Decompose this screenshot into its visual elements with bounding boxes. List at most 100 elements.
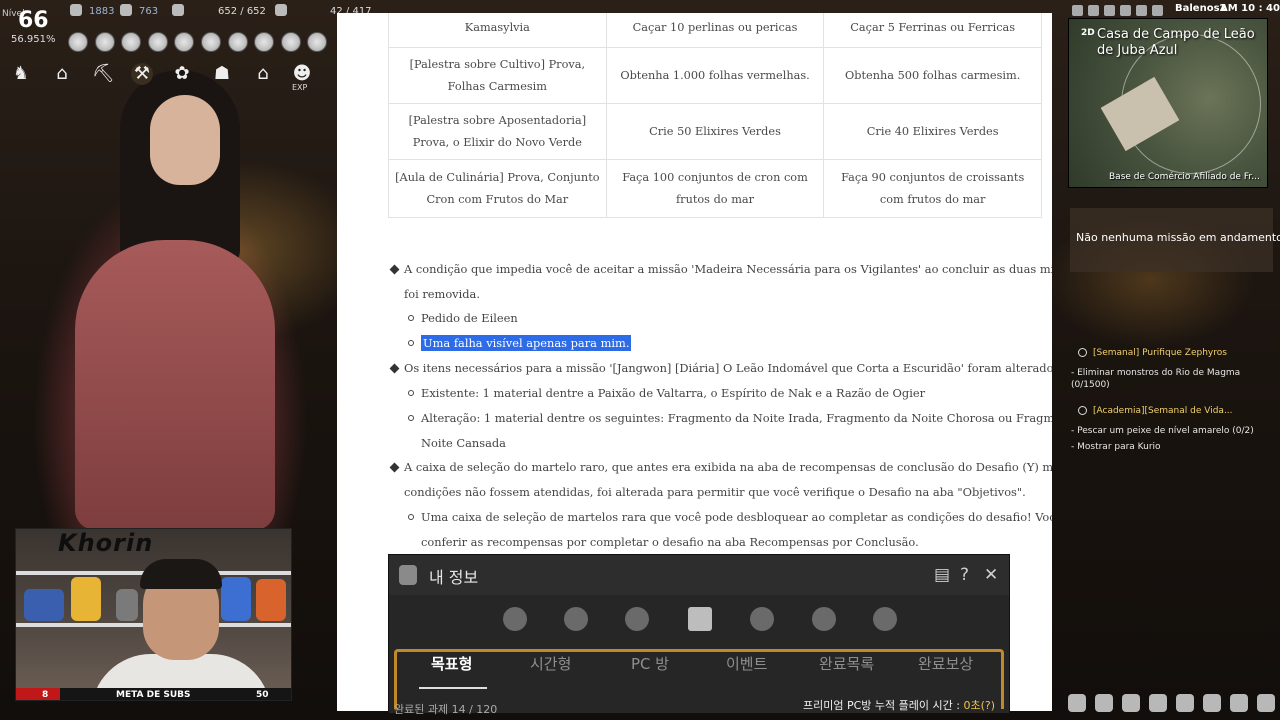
quest-circle-icon: [1078, 348, 1087, 357]
bullet-circle: [408, 415, 414, 421]
mail-icon[interactable]: [1104, 5, 1115, 16]
close-icon[interactable]: ✕: [984, 565, 998, 585]
table-cell: Caçar 10 perlinas ou pericas: [605, 13, 825, 48]
bullet-circle: [408, 514, 414, 520]
table-cell: Faça 100 conjuntos de cron com frutos do…: [605, 159, 825, 218]
mail-box-icon[interactable]: [1095, 694, 1113, 712]
buff-icon-7[interactable]: [228, 32, 248, 52]
bullet-diamond: [389, 462, 400, 473]
medal-icon[interactable]: [564, 607, 588, 631]
bullet-circle: [408, 315, 414, 321]
game-clock: AM 10 : 40: [1220, 3, 1280, 14]
bullet-3: A caixa de seleção do martelo raro, que …: [404, 460, 1052, 474]
chart-icon[interactable]: [750, 607, 774, 631]
subs-goal-label: META DE SUBS: [116, 690, 191, 700]
character-dress: [75, 240, 275, 530]
selected-text[interactable]: Uma falha visível apenas para mim.: [421, 335, 632, 351]
camera-icon[interactable]: [1072, 5, 1083, 16]
quest-1-title[interactable]: [Semanal] Purifique Zephyros: [1093, 348, 1227, 358]
table-cell: Crie 40 Elixires Verdes: [823, 103, 1042, 160]
buff-icon-5[interactable]: [174, 32, 194, 52]
minimap-caption: Base de Comércio Afiliado de Fr...: [1109, 172, 1260, 182]
house-icon[interactable]: ⌂: [51, 63, 73, 85]
settings-icon[interactable]: [1136, 5, 1147, 16]
bullet-diamond: [389, 264, 400, 275]
tab-time[interactable]: 시간형: [530, 653, 571, 674]
document-icon[interactable]: ▤: [934, 565, 950, 585]
subs-goal-bar: 8 META DE SUBS 50: [16, 688, 291, 700]
tab-event[interactable]: 이벤트: [726, 653, 767, 674]
buff-icon-9[interactable]: [281, 32, 301, 52]
no-quest-text: Não nenhuma missão em andamento.: [1076, 231, 1280, 244]
quest-circle-icon: [1078, 406, 1087, 415]
buff-icon-4[interactable]: [148, 32, 168, 52]
contribution-icon: [275, 4, 287, 16]
node-icon[interactable]: ⌂: [252, 63, 274, 85]
document-bottom-icon[interactable]: [1149, 694, 1167, 712]
active-tab-underline: [419, 687, 487, 689]
toy-figure: [116, 589, 138, 621]
shield-icon: [120, 4, 132, 16]
craft-icon[interactable]: ☗: [211, 63, 233, 85]
buff-icon-8[interactable]: [254, 32, 274, 52]
gift-box-icon[interactable]: [1068, 694, 1086, 712]
minimap[interactable]: 2D Casa de Campo de Leão de Juba Azul Ba…: [1068, 18, 1268, 188]
sub-item-3-1: Uma caixa de seleção de martelos rara qu…: [421, 510, 1052, 524]
toy-figure: [71, 577, 101, 621]
telescope-icon[interactable]: [625, 607, 649, 631]
sub-item-2-1: Existente: 1 material dentre a Paixão de…: [421, 386, 926, 400]
gear-icon[interactable]: [1257, 694, 1275, 712]
table-cell: Obtenha 500 folhas carmesim.: [823, 47, 1042, 104]
menu-icon[interactable]: [1152, 5, 1163, 16]
level-exp: 56.951%: [11, 34, 56, 45]
tools-icon[interactable]: [1176, 694, 1194, 712]
tab-goal[interactable]: 목표형: [431, 653, 472, 674]
horse-icon[interactable]: ♞: [10, 63, 32, 85]
quest-2-title[interactable]: [Academia][Semanal de Vida...: [1093, 406, 1233, 416]
horse-menu-icon[interactable]: [812, 607, 836, 631]
sub-item-3-1-cont: conferir as recompensas por completar o …: [421, 535, 919, 549]
minimap-location: Casa de Campo de Leão de Juba Azul: [1097, 27, 1255, 58]
tab-completion-reward[interactable]: 완료보상: [918, 653, 973, 674]
exp-tag: EXP: [292, 83, 308, 92]
time-icon[interactable]: [1088, 5, 1099, 16]
gift-icon[interactable]: [688, 607, 712, 631]
table-cell: Crie 50 Elixires Verdes: [605, 103, 825, 160]
buff-icon-3[interactable]: [121, 32, 141, 52]
bullet-diamond: [389, 363, 400, 374]
stat-1: 1883: [89, 6, 115, 17]
sub-item-1-1: Pedido de Eileen: [421, 311, 518, 325]
help-icon[interactable]: ?: [960, 565, 969, 585]
buff-icon-10[interactable]: [307, 32, 327, 52]
my-info-panel: 내 정보 ▤ ? ✕ 목표형 시간형 PC 방 이벤트 완료목록 완료보상 완료…: [388, 554, 1010, 716]
energy-icon: [172, 4, 184, 16]
tab-pc-room[interactable]: PC 방: [631, 653, 669, 674]
table-row: [Palestra sobre Aposentadoria] Prova, o …: [388, 103, 1042, 160]
table-cell: [Aula de Culinária] Prova, Conjunto Cron…: [388, 159, 607, 218]
tab-completed-list[interactable]: 완료목록: [819, 653, 874, 674]
crossed-swords-bottom-icon[interactable]: [1122, 694, 1140, 712]
pet-icon[interactable]: ✿: [171, 63, 193, 85]
webcam-overlay: Khorin 8 META DE SUBS 50: [15, 528, 292, 701]
pickaxe-icon: [70, 4, 82, 16]
buff-icon-2[interactable]: [95, 32, 115, 52]
profile-icon[interactable]: [503, 607, 527, 631]
buff-icon-6[interactable]: [201, 32, 221, 52]
completed-count: 완료된 과제 14 / 120: [394, 703, 498, 716]
worker-icon[interactable]: ⚒: [131, 63, 153, 85]
crossed-swords-icon[interactable]: [1120, 5, 1131, 16]
pickaxe-menu-icon[interactable]: ⛏: [92, 63, 115, 85]
pc-room-time: 프리미엄 PC방 누적 플레이 시간 : 0초(?): [803, 697, 995, 713]
bell-icon[interactable]: [1203, 694, 1221, 712]
party-icon[interactable]: ☻: [291, 63, 313, 85]
buff-icon-1[interactable]: [68, 32, 88, 52]
minimap-2d-toggle[interactable]: 2D: [1081, 28, 1095, 38]
sub-item-1-2[interactable]: Uma falha visível apenas para mim.: [421, 331, 632, 356]
stat-3: 652 / 652: [218, 6, 266, 17]
table-cell: Caçar 5 Ferrinas ou Ferricas: [823, 13, 1042, 48]
quest-table: Kamasylvia Caçar 10 perlinas ou pericas Ca…: [388, 13, 1042, 218]
chevron-up-icon[interactable]: [873, 607, 897, 631]
webcam-brand: Khorin: [58, 529, 154, 557]
chat-icon[interactable]: [1230, 694, 1248, 712]
streamer-hair: [140, 559, 222, 589]
